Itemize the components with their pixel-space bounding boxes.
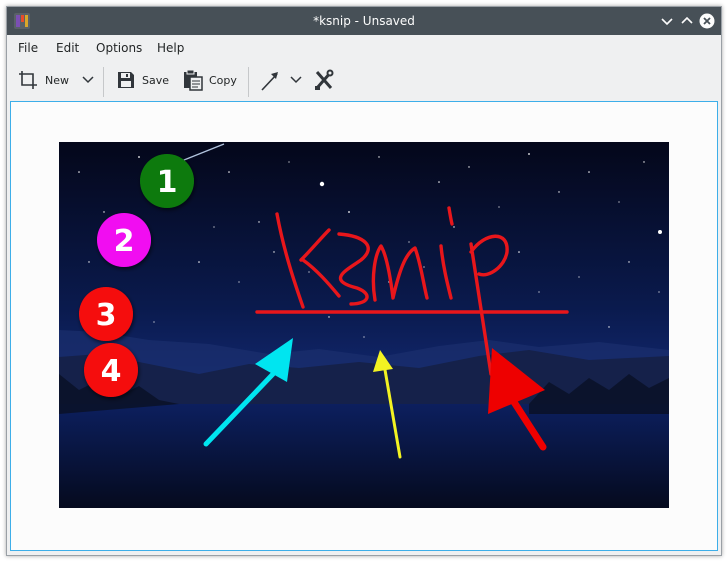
toolbar: New Save Copy (7, 61, 721, 99)
toolbar-separator (248, 67, 249, 97)
screenshot-image[interactable]: ksnip 1 2 (59, 142, 669, 508)
number-marker-3: 3 (79, 287, 133, 341)
save-button-label: Save (142, 73, 170, 87)
menu-edit[interactable]: Edit (50, 35, 85, 61)
copy-button[interactable]: Copy (183, 64, 237, 96)
clipboard-icon (184, 69, 203, 91)
number-marker-4: 4 (84, 343, 138, 397)
annotation-canvas[interactable]: ksnip 1 2 (10, 101, 718, 551)
ksnip-window: *ksnip - Unsaved File Edit Options Help … (6, 6, 722, 556)
marker-number: 2 (114, 224, 135, 259)
toolbar-separator (103, 67, 104, 97)
minimize-icon[interactable] (659, 13, 675, 29)
marker-number: 1 (157, 165, 178, 200)
menubar: File Edit Options Help (7, 35, 721, 61)
menu-options[interactable]: Options (90, 35, 148, 61)
maximize-icon[interactable] (679, 13, 695, 29)
titlebar[interactable]: *ksnip - Unsaved (7, 7, 721, 35)
save-icon (118, 72, 134, 88)
number-marker-2: 2 (97, 213, 151, 267)
arrow-tool-icon[interactable] (259, 64, 281, 96)
window-title: *ksnip - Unsaved (313, 14, 415, 28)
number-marker-1: 1 (140, 154, 194, 208)
menu-help[interactable]: Help (151, 35, 190, 61)
tool-dropdown-chevron-icon[interactable] (289, 64, 303, 96)
new-dropdown-chevron-icon[interactable] (81, 64, 95, 96)
save-button[interactable]: Save (116, 64, 169, 96)
lake (59, 404, 669, 508)
copy-button-label: Copy (209, 73, 237, 87)
crop-icon (19, 71, 37, 89)
new-button-label: New (45, 73, 69, 87)
tools-settings-icon[interactable] (313, 64, 335, 96)
menu-file[interactable]: File (12, 35, 44, 61)
marker-number: 4 (101, 354, 122, 389)
new-button[interactable]: New (17, 64, 69, 96)
marker-number: 3 (96, 298, 117, 333)
close-icon[interactable] (699, 13, 715, 29)
